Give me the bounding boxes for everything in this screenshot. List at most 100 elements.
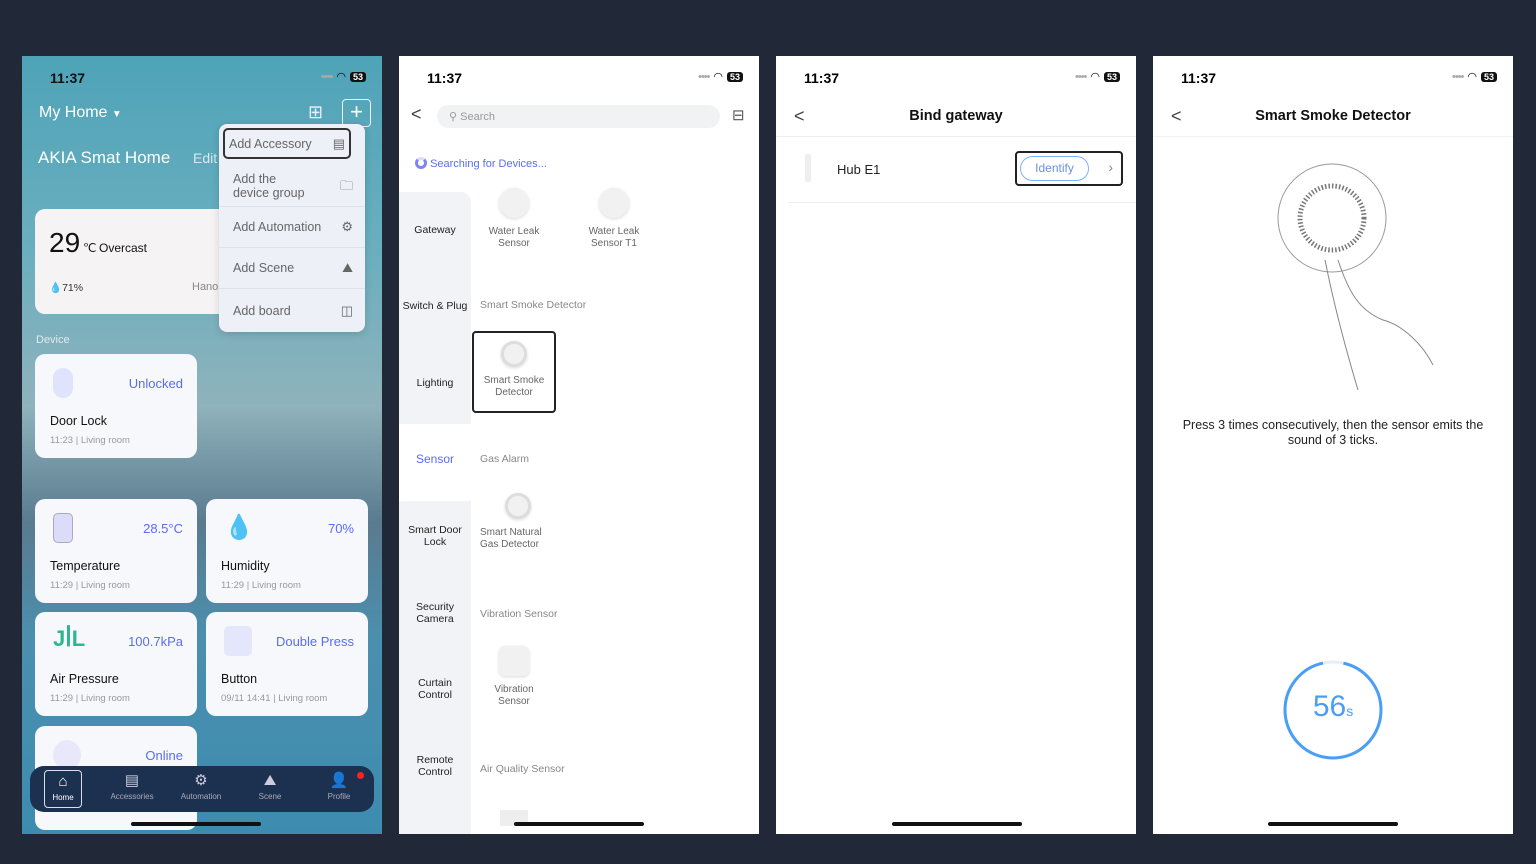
wifi-icon: ◠ [1090, 71, 1100, 83]
device-smart-smoke-detector[interactable]: Smart Smoke Detector [472, 331, 556, 413]
detector-grille [1297, 183, 1367, 253]
home-icon: ⌂ [58, 773, 68, 790]
smoke-detector-screen: 11:37 •••• ◠ 53 < Smart Smoke Detector Pre… [1153, 56, 1513, 834]
device-vibration-sensor[interactable]: Vibration Sensor [472, 646, 556, 708]
menu-item-add-device-group[interactable]: Add the device group 🗀 [219, 165, 365, 207]
detector-outline [1277, 163, 1387, 273]
tab-accessories[interactable]: ▤ Accessories [99, 770, 165, 808]
gas-detector-image [505, 493, 531, 519]
device-card-temperature[interactable]: 28.5°C Temperature 11:29 | Living room [35, 499, 197, 603]
menu-item-add-accessory[interactable]: Add Accessory ▤ [223, 128, 351, 159]
menu-label: Add Automation [233, 220, 322, 234]
chevron-right-icon: › [1108, 159, 1113, 175]
hub-name: Hub E1 [837, 162, 881, 177]
page-title: Smart Smoke Detector [1255, 108, 1411, 124]
tab-automation[interactable]: ⚙ Automation [168, 770, 234, 808]
status-time: 11:37 [427, 70, 463, 86]
tab-label: Automation [180, 792, 222, 801]
button-device-icon [224, 626, 252, 656]
device-smart-natural-gas-detector[interactable]: Smart Natural Gas Detector [476, 493, 560, 551]
group-header-gas: Gas Alarm [480, 453, 530, 465]
countdown-unit: s [1346, 703, 1354, 719]
water-leak-sensor-t1-image [599, 188, 629, 218]
menu-label: Add board [233, 303, 291, 318]
group-header-vibration: Vibration Sensor [480, 608, 558, 620]
vibration-sensor-image [499, 646, 529, 676]
battery-icon: 53 [1480, 71, 1497, 82]
category-switch-plug[interactable]: Switch & Plug [399, 300, 471, 312]
automation-icon: ⚙ [194, 772, 208, 789]
category-remote-control[interactable]: Remote Control [399, 754, 471, 778]
page-title: AKIA Smat Home [38, 148, 171, 167]
home-indicator [892, 822, 1022, 826]
device-water-leak-sensor-t1[interactable]: Water Leak Sensor T1 [572, 188, 656, 250]
section-label: Device [36, 334, 70, 346]
weather-city: Hano [192, 281, 219, 293]
identify-row[interactable]: Identify › [1015, 151, 1123, 186]
searching-text: Searching for Devices... [430, 158, 547, 170]
device-card-button[interactable]: Double Press Button 09/11 14:41 | Living r… [206, 612, 368, 716]
device-card-humidity[interactable]: 💧 70% Humidity 11:29 | Living room [206, 499, 368, 603]
countdown: 56s [1281, 690, 1385, 724]
card-name: Air Pressure [50, 672, 119, 686]
category-sensor[interactable]: Sensor [399, 424, 471, 501]
card-name: Temperature [50, 559, 121, 573]
menu-label: Add Accessory [229, 136, 312, 151]
pressure-icon: JꟾL [53, 626, 86, 651]
search-input[interactable]: ⚲ Search [437, 105, 720, 128]
card-value: 70% [327, 521, 354, 536]
water-drop-icon: 💧 [224, 514, 254, 541]
tab-scene[interactable]: ⛰ Scene [237, 770, 303, 808]
scan-icon[interactable]: ⊟ [732, 106, 745, 124]
search-icon: ⚲ [449, 111, 458, 123]
category-curtain-control[interactable]: Curtain Control [399, 677, 471, 701]
divider [776, 136, 1136, 137]
scene-icon: ⛰ [263, 772, 277, 789]
press-illustration [1277, 163, 1434, 391]
edit-link[interactable]: Edit [193, 150, 217, 166]
category-smart-door-lock[interactable]: Smart Door Lock [399, 524, 471, 548]
category-lighting[interactable]: Lighting [399, 377, 471, 389]
notification-dot [357, 772, 364, 779]
status-icons: •••• ◠ 53 [321, 70, 366, 83]
device-water-leak-sensor[interactable]: Water Leak Sensor [472, 188, 556, 250]
card-sub: 11:29 | Living room [50, 693, 130, 704]
home-screen: 11:37 •••• ◠ 53 My Home ▼ ⊞ + AKIA Smat Ho… [22, 56, 382, 834]
back-icon[interactable]: < [411, 104, 422, 125]
bind-gateway-screen: 11:37 •••• ◠ 53 < Bind gateway Hub E1 Iden… [776, 56, 1136, 834]
battery-icon: 53 [349, 71, 366, 82]
card-sub: 09/11 14:41 | Living room [221, 693, 328, 704]
divider [1153, 136, 1513, 137]
tab-label: Accessories [110, 792, 154, 801]
grid-icon[interactable]: ⊞ [308, 102, 323, 123]
status-icons: •••• ◠ 53 [698, 70, 743, 83]
identify-button[interactable]: Identify [1020, 156, 1089, 181]
wifi-icon: ◠ [1467, 71, 1477, 83]
card-name: Door Lock [50, 414, 107, 428]
category-sidebar: Gateway Switch & Plug Lighting Sensor Sm… [399, 192, 471, 834]
device-card-air-pressure[interactable]: JꟾL 100.7kPa Air Pressure 11:29 | Living ro… [35, 612, 197, 716]
card-name: Button [221, 672, 258, 686]
device-label: Smart Smoke Detector [483, 375, 545, 398]
category-gateway[interactable]: Gateway [399, 224, 471, 236]
water-leak-sensor-image [499, 188, 529, 218]
battery-icon: 53 [726, 71, 743, 82]
humidity-text: 71% [62, 282, 84, 294]
add-button[interactable]: + [342, 99, 371, 127]
home-indicator [131, 822, 261, 826]
device-label: Water Leak Sensor [488, 226, 540, 249]
instruction-text: Press 3 times consecutively, then the se… [1182, 418, 1484, 447]
home-selector[interactable]: My Home ▼ [39, 104, 122, 122]
card-sub: 11:29 | Living room [221, 580, 301, 591]
menu-item-add-scene[interactable]: Add Scene ⛰ [219, 248, 365, 289]
device-card-door-lock[interactable]: Unlocked Door Lock 11:23 | Living room [35, 354, 197, 458]
category-security-camera[interactable]: Security Camera [399, 601, 471, 625]
spinner-icon [415, 157, 427, 169]
tab-home[interactable]: ⌂ Home [44, 770, 82, 808]
card-sub: 11:29 | Living room [50, 580, 130, 591]
menu-item-add-board[interactable]: Add board ◫ [219, 290, 365, 331]
tab-label: Home [52, 793, 74, 802]
device-label: Vibration Sensor [494, 684, 534, 707]
menu-item-add-automation[interactable]: Add Automation ⚙ [219, 207, 365, 248]
smoke-detector-image [501, 341, 527, 367]
